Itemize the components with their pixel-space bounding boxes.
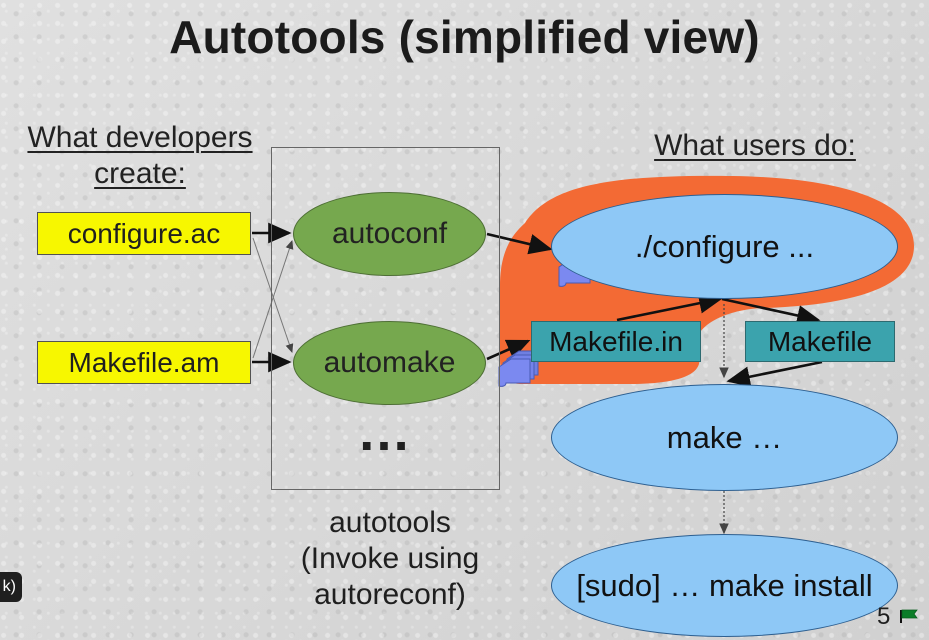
- configure-oval: ./configure ...: [551, 194, 898, 299]
- makefile-in-box: Makefile.in: [531, 321, 701, 362]
- autotools-caption: autotools (Invoke using autoreconf): [260, 505, 520, 613]
- developer-heading: What developers create:: [10, 120, 270, 192]
- autotools-caption-line3: autoreconf): [314, 578, 466, 611]
- make-install-oval: [sudo] … make install: [551, 534, 898, 637]
- users-heading: What users do:: [654, 129, 856, 162]
- left-overlay-badge: k): [0, 572, 22, 602]
- autotools-caption-line2: (Invoke using: [300, 542, 480, 575]
- autotools-caption-line1: autotools: [329, 506, 451, 539]
- slide-title: Autotools (simplified view): [169, 11, 760, 63]
- make-oval: make …: [551, 384, 898, 491]
- slide-number: 5: [877, 603, 891, 630]
- automake-oval: automake: [293, 321, 486, 405]
- flag-icon: [900, 609, 918, 623]
- makefile-am-box: Makefile.am: [37, 341, 251, 384]
- arrow-makefile-to-make: [726, 360, 823, 388]
- makefile-box: Makefile: [745, 321, 895, 362]
- developer-heading-line1: What developers: [27, 121, 253, 154]
- configure-ac-box: configure.ac: [37, 212, 251, 255]
- tools-ellipsis: …: [357, 402, 411, 462]
- developer-heading-line2: create:: [94, 157, 186, 190]
- autoconf-oval: autoconf: [293, 192, 486, 276]
